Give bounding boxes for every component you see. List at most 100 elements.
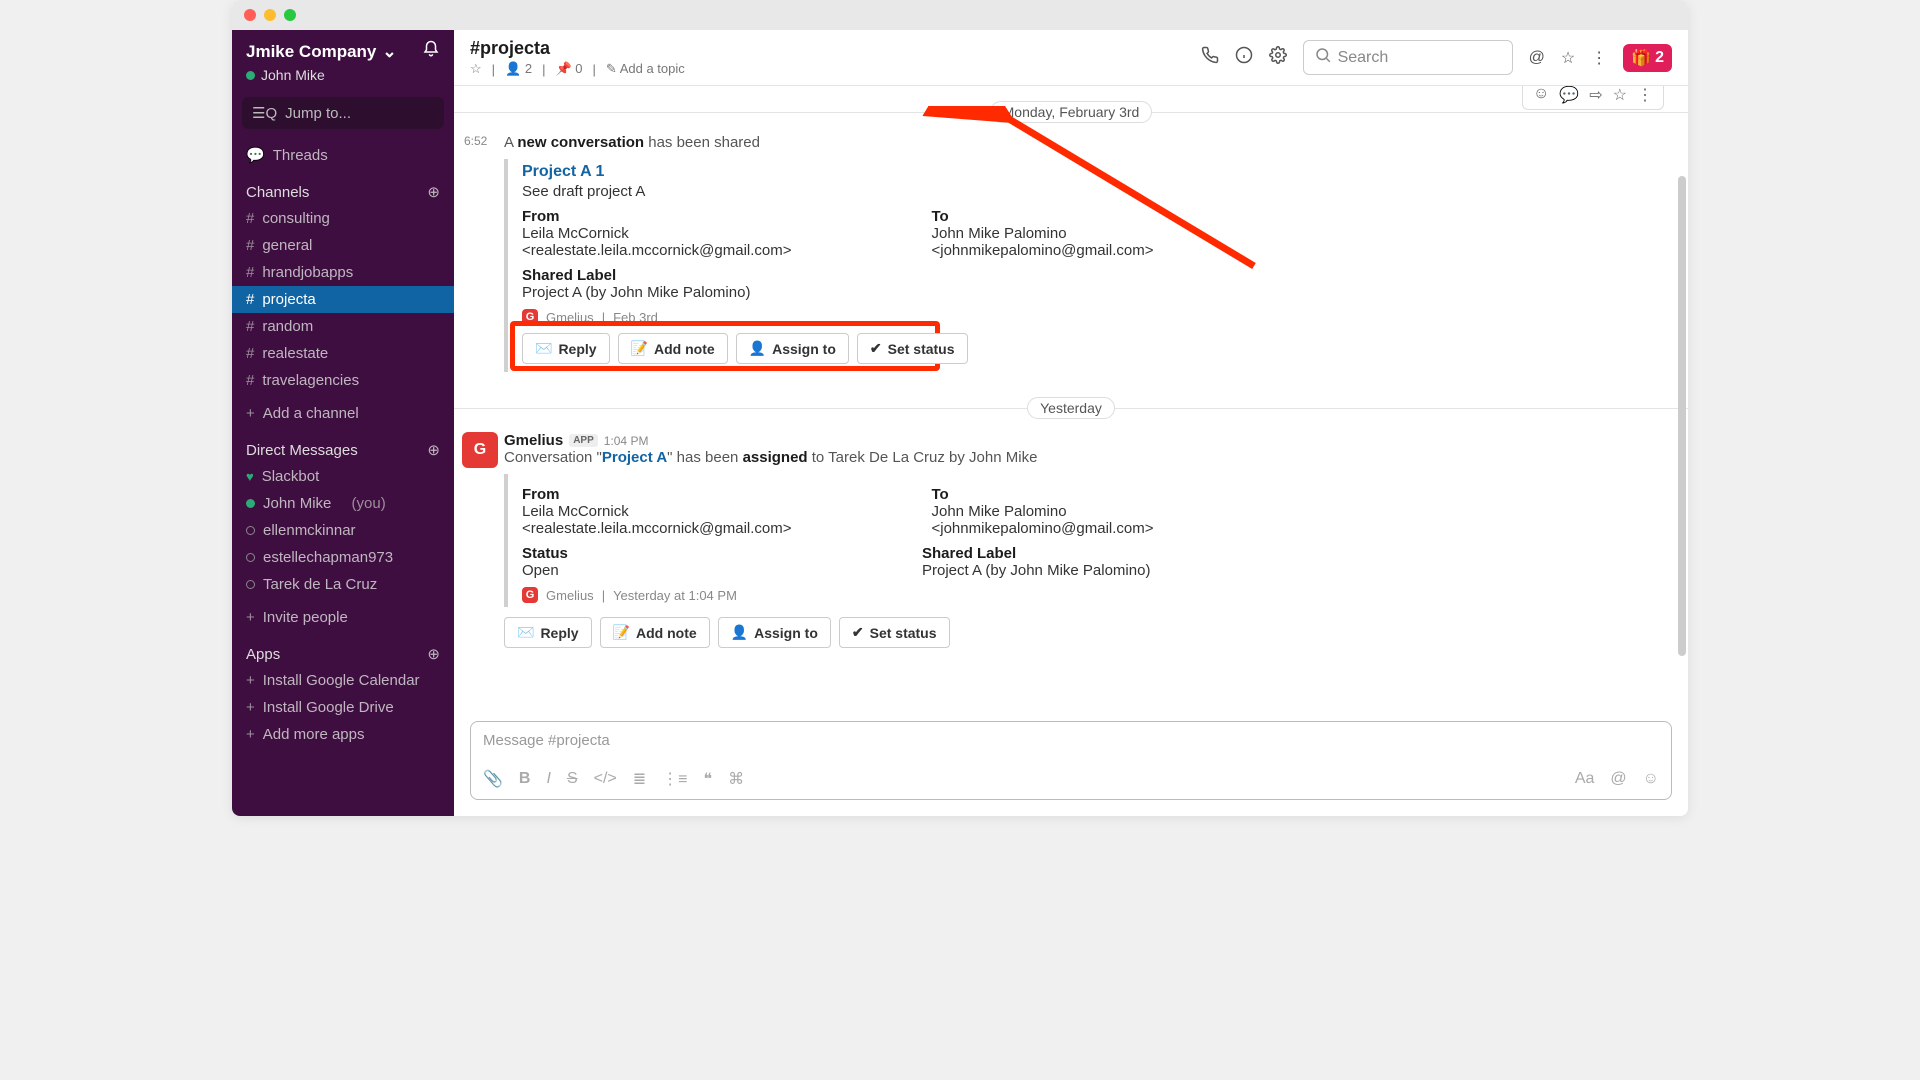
codeblock-icon[interactable]: ⌘ (728, 769, 744, 789)
search-input[interactable]: Search (1303, 40, 1513, 75)
threads-icon: 💬 (246, 146, 265, 164)
blockquote-icon[interactable]: ❝ (704, 769, 713, 789)
to-email: <johnmikepalomino@gmail.com> (932, 520, 1154, 537)
gift-button[interactable]: 🎁 2 (1623, 44, 1672, 72)
info-icon[interactable] (1235, 46, 1253, 69)
assign-to-button[interactable]: 👤Assign to (736, 333, 849, 364)
star-icon[interactable]: ☆ (470, 61, 482, 77)
button-label: Add note (636, 625, 697, 641)
date-divider: Monday, February 3rd (454, 104, 1688, 120)
gear-icon[interactable] (1269, 46, 1287, 69)
more-icon[interactable]: ⋮ (1591, 48, 1607, 68)
invite-people-item[interactable]: Invite people (232, 604, 454, 631)
message-composer[interactable]: Message #projecta 📎 B I S </> ≣ ⋮≡ ❝ ⌘ (470, 721, 1672, 800)
heart-icon: ♥ (246, 469, 254, 484)
ordered-list-icon[interactable]: ≣ (633, 769, 646, 789)
bookmark-icon[interactable]: ☆ (1613, 86, 1627, 105)
workspace-user: John Mike (232, 67, 454, 93)
set-status-button[interactable]: ✔Set status (857, 333, 968, 364)
pins-icon[interactable]: 📌 0 (555, 61, 582, 77)
conversation-link[interactable]: Project A (602, 449, 667, 466)
channels-label: Channels (246, 184, 309, 201)
invite-label: Invite people (246, 609, 348, 626)
strike-icon[interactable]: S (567, 770, 578, 788)
dm-you-label: (you) (352, 495, 386, 512)
edit-topic-icon[interactable]: ✎ Add a topic (606, 61, 685, 77)
reply-button[interactable]: ✉️Reply (504, 617, 592, 648)
app-item[interactable]: Install Google Calendar (232, 667, 454, 694)
add-channel-icon[interactable]: ⊕ (427, 183, 440, 201)
mention-icon[interactable]: @ (1529, 49, 1545, 67)
code-icon[interactable]: </> (594, 770, 617, 788)
chevron-down-icon: ⌄ (382, 42, 396, 62)
scrollbar[interactable] (1678, 176, 1686, 656)
thread-reply-icon[interactable]: 💬 (1559, 86, 1579, 105)
apps-section-header[interactable]: Apps ⊕ (232, 631, 454, 667)
bell-icon[interactable] (422, 40, 440, 63)
from-name: Leila McCornick (522, 225, 792, 242)
presence-dot-icon (246, 71, 255, 80)
format-icon[interactable]: Aa (1575, 770, 1595, 788)
dm-item[interactable]: ♥Slackbot (232, 463, 454, 490)
button-label: Set status (870, 625, 937, 641)
app-item[interactable]: Add more apps (232, 721, 454, 748)
minimize-window-button[interactable] (264, 9, 276, 21)
message-timestamp: 6:52 (464, 134, 487, 148)
jump-to-input[interactable]: ☰Q Jump to... (242, 97, 444, 129)
channels-section-header[interactable]: Channels ⊕ (232, 169, 454, 205)
maximize-window-button[interactable] (284, 9, 296, 21)
sidebar-channel[interactable]: general (232, 232, 454, 259)
email-icon: ✉️ (535, 340, 552, 357)
app-item[interactable]: Install Google Drive (232, 694, 454, 721)
dm-item[interactable]: Tarek de La Cruz (232, 571, 454, 598)
dm-item[interactable]: John Mike (you) (232, 490, 454, 517)
sidebar-channel-active[interactable]: projecta (232, 286, 454, 313)
sidebar-channel[interactable]: realestate (232, 340, 454, 367)
emoji-compose-icon[interactable]: ☺ (1643, 770, 1659, 788)
to-name: John Mike Palomino (932, 225, 1154, 242)
dm-item[interactable]: estellechapman973 (232, 544, 454, 571)
add-note-button[interactable]: 📝Add note (618, 333, 728, 364)
sidebar-channel[interactable]: random (232, 313, 454, 340)
reply-button[interactable]: ✉️Reply (522, 333, 610, 364)
call-icon[interactable] (1201, 46, 1219, 69)
attach-icon[interactable]: 📎 (483, 769, 503, 789)
members-icon[interactable]: 👤 2 (505, 61, 532, 77)
presence-dot-icon (246, 526, 255, 535)
more-actions-icon[interactable]: ⋮ (1637, 86, 1653, 105)
bold-icon[interactable]: B (519, 770, 531, 788)
share-icon[interactable]: ⇨ (1589, 86, 1602, 105)
emoji-react-icon[interactable]: ☺ (1533, 86, 1549, 105)
add-dm-icon[interactable]: ⊕ (427, 441, 440, 459)
dm-name: estellechapman973 (263, 549, 393, 566)
close-window-button[interactable] (244, 9, 256, 21)
star-header-icon[interactable]: ☆ (1561, 48, 1575, 68)
bullet-list-icon[interactable]: ⋮≡ (662, 769, 687, 789)
sidebar-channel[interactable]: hrandjobapps (232, 259, 454, 286)
sidebar-channel[interactable]: consulting (232, 205, 454, 232)
workspace-username: John Mike (261, 67, 325, 83)
add-note-button[interactable]: 📝 Add note (600, 617, 710, 648)
threads-item[interactable]: 💬 Threads (232, 141, 454, 169)
add-app-icon[interactable]: ⊕ (427, 645, 440, 663)
add-channel-item[interactable]: Add a channel (232, 400, 454, 427)
dm-section-header[interactable]: Direct Messages ⊕ (232, 427, 454, 463)
members-count: 2 (525, 61, 532, 76)
set-status-button[interactable]: ✔Set status (839, 617, 950, 648)
channel-label: realestate (246, 345, 328, 362)
italic-icon[interactable]: I (546, 770, 550, 788)
assign-to-button[interactable]: 👤Assign to (718, 617, 831, 648)
apps-label: Apps (246, 646, 280, 663)
shared-label-label: Shared Label (522, 267, 1324, 284)
divider-label: Monday, February 3rd (990, 101, 1153, 123)
note-icon: 📝 (613, 624, 630, 641)
workspace-header[interactable]: Jmike Company ⌄ (232, 30, 454, 67)
dm-item[interactable]: ellenmckinnar (232, 517, 454, 544)
sidebar-channel[interactable]: travelagencies (232, 367, 454, 394)
app-label: Add more apps (246, 726, 365, 743)
from-label: From (522, 208, 792, 225)
presence-dot-icon (246, 553, 255, 562)
attachment-title-link[interactable]: Project A 1 (522, 163, 1324, 181)
message-text: Conversation "Project A" has been assign… (504, 449, 1648, 466)
mention-compose-icon[interactable]: @ (1610, 770, 1626, 788)
